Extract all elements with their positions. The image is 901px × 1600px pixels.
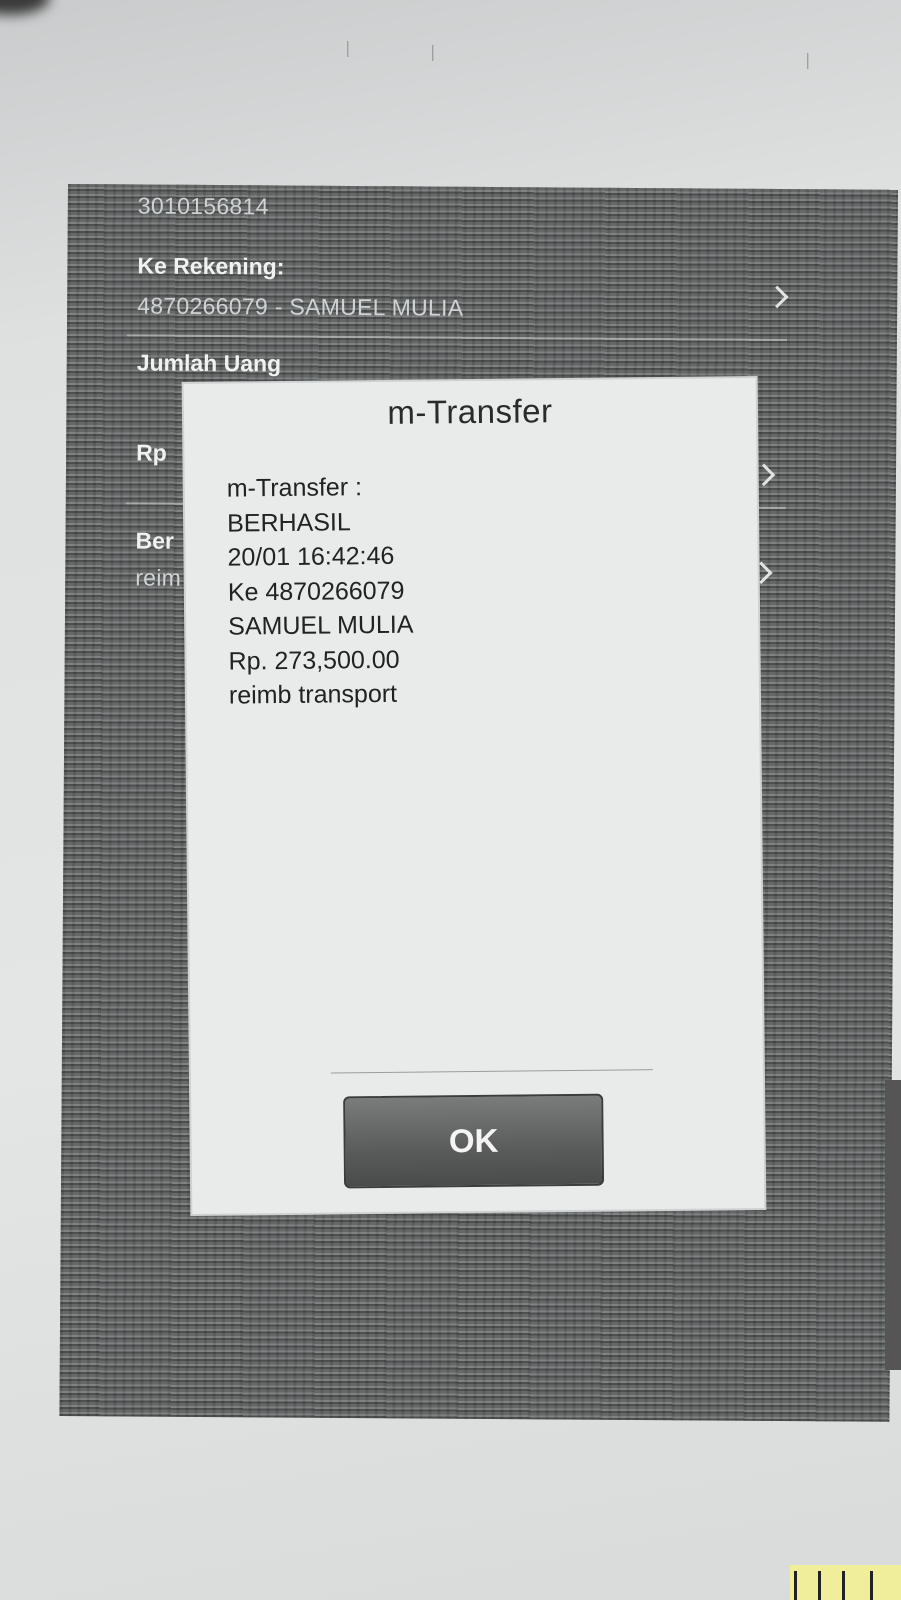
- ok-button[interactable]: OK: [343, 1093, 605, 1189]
- yellow-sticker: [790, 1565, 901, 1600]
- to-account-chevron-icon[interactable]: [765, 285, 789, 309]
- currency-prefix: Rp: [136, 439, 167, 466]
- news-label: Ber: [135, 527, 174, 554]
- message-line-note: reimb transport: [228, 679, 398, 710]
- from-account-value: 3010156814: [137, 192, 269, 220]
- message-line-datetime: 20/01 16:42:46: [227, 541, 395, 572]
- to-account-value: 4870266079 - SAMUEL MULIA: [137, 292, 464, 321]
- paper-mark: |: [805, 50, 811, 69]
- message-line-destination: Ke 4870266079: [227, 576, 405, 607]
- message-line-amount: Rp. 273,500.00: [228, 645, 400, 676]
- message-line-status: BERHASIL: [226, 507, 351, 538]
- paper-mark: |: [345, 38, 351, 57]
- paper-mark: |: [430, 42, 436, 61]
- to-account-label: Ke Rekening:: [137, 252, 285, 280]
- dialog-divider: [330, 1069, 653, 1074]
- corner-shadow: [0, 0, 50, 15]
- adjacent-page-edge: [885, 1080, 901, 1370]
- news-value[interactable]: reim: [135, 564, 181, 591]
- divider: [126, 334, 787, 342]
- transfer-result-dialog: m-Transfer m-Transfer : BERHASIL 20/01 1…: [183, 378, 765, 1214]
- dialog-title: m-Transfer: [387, 392, 553, 431]
- message-line-header: m-Transfer :: [226, 473, 363, 503]
- amount-label: Jumlah Uang: [136, 349, 282, 377]
- dialog-message: m-Transfer : BERHASIL 20/01 16:42:46 Ke …: [227, 467, 700, 713]
- message-line-recipient: SAMUEL MULIA: [228, 610, 414, 641]
